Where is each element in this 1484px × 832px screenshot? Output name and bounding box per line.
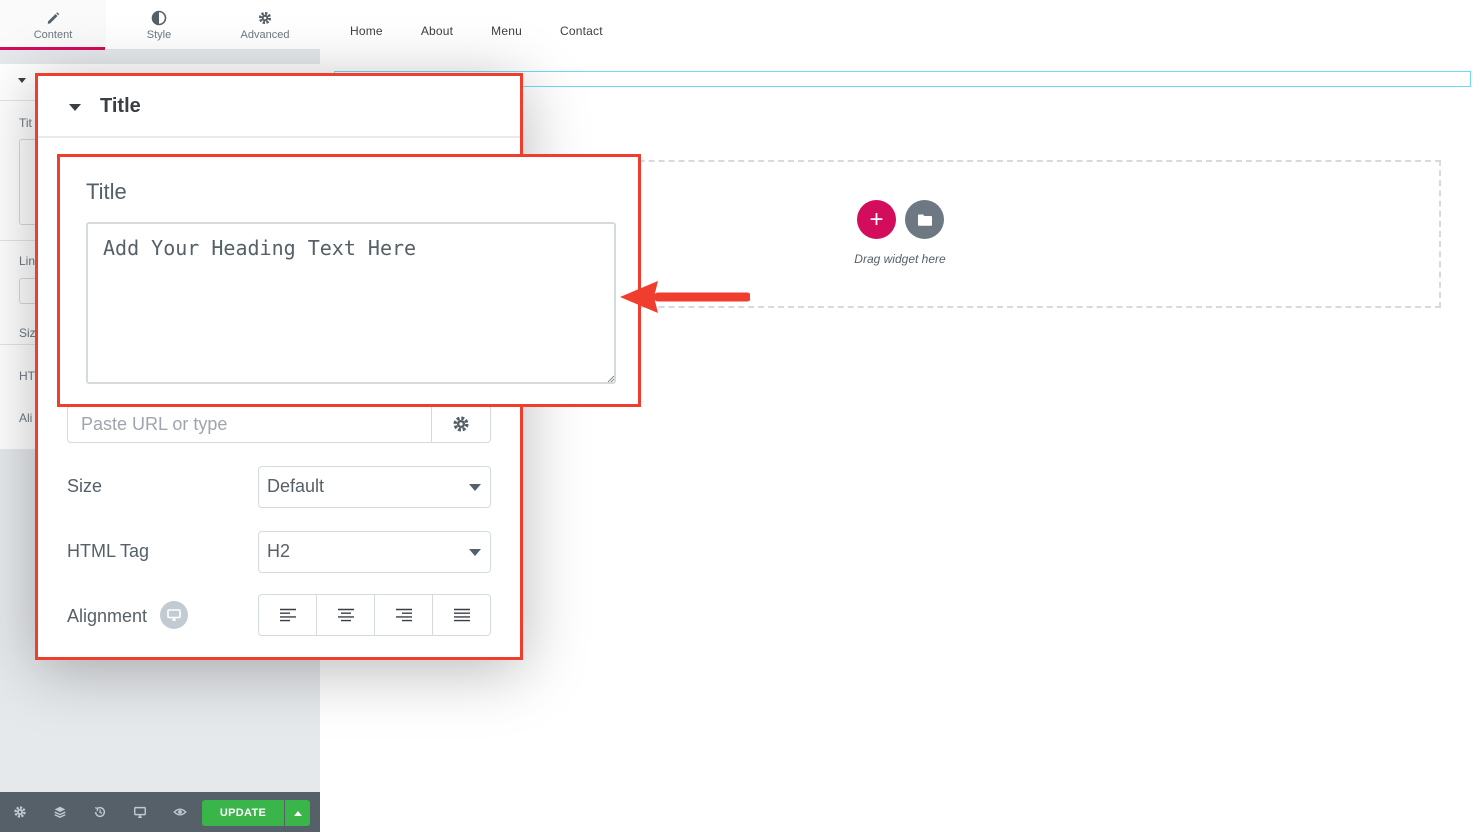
desktop-icon <box>167 609 181 621</box>
title-section-header[interactable]: Title <box>38 76 520 138</box>
dropdown-arrow-icon <box>469 484 481 491</box>
pointer-arrow-icon <box>620 281 750 313</box>
align-center-button[interactable] <box>317 595 375 635</box>
nav-about[interactable]: About <box>421 24 453 38</box>
align-justify-button[interactable] <box>433 595 490 635</box>
behind-label-html: HT <box>19 369 35 383</box>
align-left-button[interactable] <box>259 595 317 635</box>
size-select-value: Default <box>267 476 325 496</box>
footer-responsive-button[interactable] <box>120 792 160 832</box>
caret-up-icon <box>293 810 302 816</box>
link-options-button[interactable] <box>431 405 491 443</box>
size-label: Size <box>67 476 103 496</box>
align-left-icon <box>279 608 296 622</box>
footer-preview-button[interactable] <box>160 792 200 832</box>
title-textarea[interactable] <box>86 222 616 384</box>
half-circle-icon <box>151 10 167 25</box>
align-center-icon <box>337 608 354 622</box>
resize-grip-icon[interactable] <box>605 373 615 383</box>
tab-advanced[interactable]: Advanced <box>212 0 318 50</box>
folder-icon <box>917 214 932 226</box>
nav-menu[interactable]: Menu <box>491 24 522 38</box>
behind-label-title: Tit <box>19 116 32 130</box>
panel-tabs: Content Style Advanced <box>0 0 320 50</box>
section-title: Title <box>100 95 141 117</box>
caret-down-icon <box>69 104 81 111</box>
align-right-button[interactable] <box>375 595 433 635</box>
responsive-icon <box>134 806 146 818</box>
tab-content-label: Content <box>33 28 73 41</box>
alignment-label: Alignment <box>67 606 148 626</box>
drag-widget-hint: Drag widget here <box>854 252 946 266</box>
footer-navigator-button[interactable] <box>40 792 80 832</box>
layers-icon <box>54 806 66 818</box>
title-field-label: Title <box>86 179 127 204</box>
update-button[interactable]: UPDATE <box>202 800 284 826</box>
gear-icon <box>453 416 469 432</box>
align-right-icon <box>395 608 412 622</box>
dropdown-arrow-icon <box>469 549 481 556</box>
footer-settings-button[interactable] <box>0 792 40 832</box>
html-tag-select[interactable]: H2 <box>258 531 491 573</box>
tab-advanced-label: Advanced <box>240 28 290 41</box>
tab-content[interactable]: Content <box>0 0 106 50</box>
size-select[interactable]: Default <box>258 466 491 508</box>
align-justify-icon <box>453 608 470 622</box>
nav-home[interactable]: Home <box>350 24 383 38</box>
settings-icon <box>14 806 26 818</box>
update-options-button[interactable] <box>285 800 310 826</box>
add-template-button[interactable] <box>905 200 944 239</box>
section-toggle-icon <box>18 78 26 83</box>
gear-icon <box>258 11 272 24</box>
pencil-icon <box>47 11 60 24</box>
html-tag-label: HTML Tag <box>67 541 150 561</box>
behind-label-size: Siz <box>19 326 36 340</box>
history-icon <box>94 806 106 818</box>
preview-icon <box>173 808 187 816</box>
site-nav: Home About Menu Contact <box>350 24 641 38</box>
html-tag-select-value: H2 <box>267 541 291 561</box>
behind-label-align: Ali <box>19 411 33 425</box>
footer-history-button[interactable] <box>80 792 120 832</box>
alignment-control <box>258 594 491 636</box>
tab-style[interactable]: Style <box>106 0 212 50</box>
link-url-input[interactable]: Paste URL or type <box>67 405 431 443</box>
title-field-callout: Title <box>57 154 641 407</box>
behind-label-link: Lin <box>19 254 36 268</box>
responsive-mode-button[interactable] <box>160 601 188 629</box>
tab-style-label: Style <box>146 28 172 41</box>
nav-contact[interactable]: Contact <box>560 24 603 38</box>
add-section-button[interactable]: + <box>857 200 896 239</box>
